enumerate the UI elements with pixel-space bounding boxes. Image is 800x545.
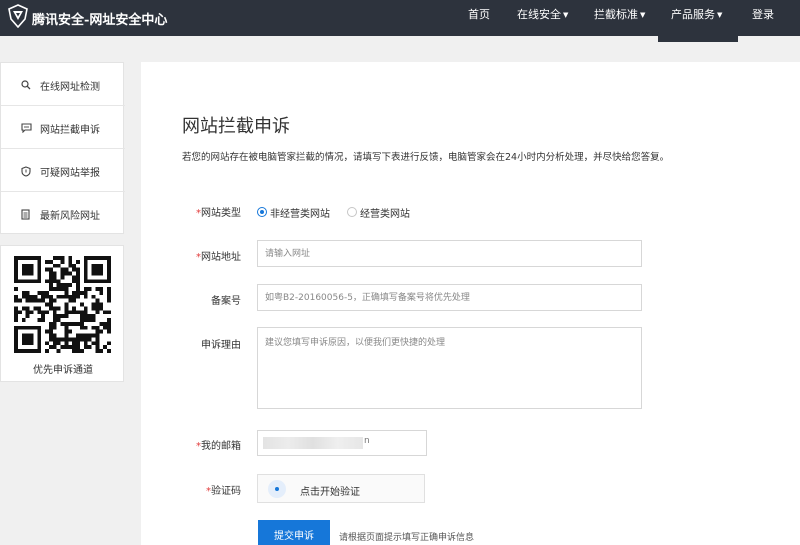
nav-block-standards[interactable]: 拦截标准 ▼: [594, 0, 645, 36]
nav-home-label: 首页: [468, 8, 490, 21]
page-description: 若您的网站存在被电脑管家拦截的情况，请填写下表进行反馈，电脑管家会在24小时内分…: [182, 152, 670, 163]
submit-hint: 请根据页面提示填写正确申诉信息: [339, 533, 475, 543]
nav-online-security-label: 在线安全: [517, 8, 561, 21]
sidebar-item-label: 可疑网站举报: [40, 168, 100, 179]
nav-products[interactable]: 产品服务 ▼: [671, 0, 722, 36]
reason-label: 申诉理由: [201, 340, 241, 351]
captcha-label: *验证码: [189, 482, 241, 497]
nav-login[interactable]: 登录: [752, 0, 774, 36]
brand-title[interactable]: 腾讯安全-网址安全中心: [32, 9, 167, 28]
nav-home[interactable]: 首页: [468, 0, 490, 36]
top-nav-bar: 腾讯安全-网址安全中心 首页 在线安全 ▼ 拦截标准 ▼ 产品服务 ▼ 登录: [0, 0, 800, 36]
search-icon: [21, 80, 31, 90]
nav-block-standards-label: 拦截标准: [594, 8, 638, 21]
email-label-text: 我的邮箱: [201, 441, 241, 452]
appeal-reason-textarea[interactable]: [257, 327, 642, 409]
radio-selected-icon: [257, 207, 267, 217]
submit-appeal-button[interactable]: 提交申诉: [258, 520, 330, 545]
verify-dot-icon: [268, 480, 286, 498]
radio-unselected-icon: [347, 207, 357, 217]
chat-icon: [21, 123, 32, 133]
email-label: *我的邮箱: [189, 437, 241, 452]
verify-button-label: 点击开始验证: [300, 487, 360, 498]
site-type-label: *网站类型: [189, 204, 241, 219]
sidebar-item-url-check[interactable]: 在线网址检测: [1, 63, 125, 106]
qr-caption: 优先申诉通道: [33, 365, 93, 376]
nav-login-label: 登录: [752, 8, 774, 21]
icp-number-input[interactable]: [257, 284, 642, 311]
icp-label: 备案号: [211, 296, 241, 307]
radio-label: 非经营类网站: [270, 209, 330, 220]
nav-active-indicator: [658, 36, 738, 42]
radio-label: 经营类网站: [360, 209, 410, 220]
site-url-label: *网站地址: [189, 248, 241, 263]
sidebar-item-label: 在线网址检测: [40, 82, 100, 93]
site-url-label-text: 网站地址: [201, 252, 241, 263]
tencent-security-logo[interactable]: [8, 4, 28, 28]
appeal-form-card: 网站拦截申诉 若您的网站存在被电脑管家拦截的情况，请填写下表进行反馈，电脑管家会…: [141, 62, 800, 545]
sidebar-item-label: 网站拦截申诉: [40, 125, 100, 136]
sidebar-item-latest-risk[interactable]: 最新风险网址: [1, 192, 125, 235]
chevron-down-icon: ▼: [640, 11, 646, 19]
sidebar-menu: 在线网址检测 网站拦截申诉 可疑网站举报 最新风险网址: [0, 62, 125, 235]
sidebar-item-report[interactable]: 可疑网站举报: [1, 149, 125, 192]
shield-icon: [21, 166, 31, 177]
chevron-down-icon: ▼: [717, 11, 723, 19]
captcha-label-text: 验证码: [211, 486, 241, 497]
radio-non-commercial[interactable]: 非经营类网站: [257, 205, 337, 220]
priority-appeal-qr-box: 优先申诉通道: [0, 245, 124, 382]
qr-code-icon: [14, 256, 111, 353]
nav-products-label: 产品服务: [671, 8, 715, 21]
email-visible-tail: n: [364, 436, 370, 446]
email-input[interactable]: n: [257, 430, 427, 456]
site-url-input[interactable]: [257, 240, 642, 267]
nav-online-security[interactable]: 在线安全 ▼: [517, 0, 568, 36]
document-icon: [21, 209, 30, 220]
sidebar-item-site-appeal[interactable]: 网站拦截申诉: [1, 106, 125, 149]
site-type-label-text: 网站类型: [201, 208, 241, 219]
start-verify-button[interactable]: 点击开始验证: [257, 474, 425, 503]
email-redacted-blur: [263, 437, 363, 449]
chevron-down-icon: ▼: [563, 11, 569, 19]
sidebar-item-label: 最新风险网址: [40, 211, 100, 222]
page-title: 网站拦截申诉: [182, 116, 290, 137]
radio-commercial[interactable]: 经营类网站: [347, 205, 417, 220]
